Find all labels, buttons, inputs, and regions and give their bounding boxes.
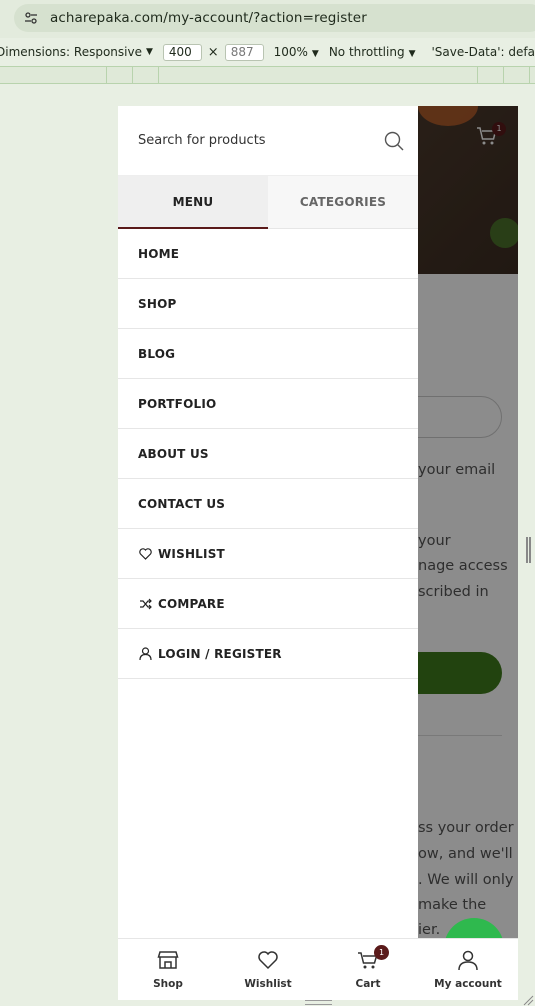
bottom-nav-label: Wishlist [244, 978, 292, 990]
heart-icon [258, 951, 278, 970]
resize-handle-bottom[interactable] [305, 1000, 332, 1005]
menu-item-label: WISHLIST [158, 546, 225, 561]
heart-icon [138, 547, 152, 561]
bottom-nav-cart[interactable]: 1 Cart [318, 939, 418, 1000]
menu-item-label: PORTFOLIO [138, 396, 217, 411]
media-query-bar[interactable] [0, 66, 535, 84]
menu-item-contact-us[interactable]: CONTACT US [118, 479, 418, 529]
bottom-nav-wishlist[interactable]: Wishlist [218, 939, 318, 1000]
menu-item-blog[interactable]: BLOG [118, 329, 418, 379]
menu-item-label: COMPARE [158, 596, 225, 611]
search-icon[interactable] [384, 131, 406, 153]
width-input[interactable]: 400 [162, 43, 202, 61]
site-info-icon[interactable] [24, 11, 38, 25]
menu-item-label: SHOP [138, 296, 177, 311]
dropdown-caret-icon: ▼ [311, 49, 319, 59]
mobile-nav-drawer: MENU CATEGORIES HOME SHOP BLOG PORTFOLIO… [118, 106, 418, 938]
save-data-select[interactable]: 'Save-Data': defa [432, 45, 535, 59]
menu-item-login-register[interactable]: LOGIN / REGISTER [118, 629, 418, 679]
zoom-label: 100% [273, 45, 308, 59]
user-icon [138, 647, 152, 661]
dimensions-select[interactable]: Dimensions: Responsive ▼ [0, 45, 163, 59]
search-input[interactable] [138, 133, 368, 148]
menu-item-shop[interactable]: SHOP [118, 279, 418, 329]
tab-menu[interactable]: MENU [118, 176, 268, 229]
menu-item-label: BLOG [138, 346, 176, 361]
media-query-segment[interactable] [132, 67, 158, 83]
user-icon [458, 950, 478, 971]
menu-item-label: HOME [138, 246, 180, 261]
times-icon: × [207, 44, 219, 60]
dropdown-caret-icon: ▼ [408, 49, 416, 59]
throttling-label: No throttling [328, 45, 405, 59]
media-query-segment[interactable] [529, 67, 535, 83]
bottom-nav-my-account[interactable]: My account [418, 939, 518, 1000]
tab-categories[interactable]: CATEGORIES [268, 176, 418, 229]
url-text[interactable]: acharepaka.com/my-account/?action=regist… [50, 10, 367, 26]
dropdown-caret-icon: ▼ [145, 47, 153, 57]
bottom-nav-bar: Shop Wishlist 1 Cart My account [118, 938, 518, 1000]
browser-address-bar-area: acharepaka.com/my-account/?action=regist… [0, 0, 535, 38]
height-input[interactable]: 887 [224, 43, 264, 61]
menu-item-label: CONTACT US [138, 496, 226, 511]
media-query-segment[interactable] [106, 67, 132, 83]
drawer-tabs: MENU CATEGORIES [118, 176, 418, 229]
device-toolbar: Dimensions: Responsive ▼ 400 × 887 100% ▼ … [0, 40, 535, 64]
throttling-select[interactable]: No throttling ▼ [329, 45, 426, 59]
resize-handle-right[interactable] [526, 537, 531, 563]
media-query-segment[interactable] [503, 67, 529, 83]
bottom-nav-label: Shop [153, 978, 183, 990]
media-query-segment[interactable] [158, 67, 159, 83]
resize-corner-icon[interactable] [522, 994, 534, 1006]
menu-item-wishlist[interactable]: WISHLIST [118, 529, 418, 579]
address-bar[interactable]: acharepaka.com/my-account/?action=regist… [14, 4, 535, 32]
bottom-nav-label: My account [434, 978, 502, 990]
menu-item-home[interactable]: HOME [118, 229, 418, 279]
bottom-nav-shop[interactable]: Shop [118, 939, 218, 1000]
shuffle-icon [138, 597, 152, 611]
menu-item-portfolio[interactable]: PORTFOLIO [118, 379, 418, 429]
bottom-nav-label: Cart [355, 978, 381, 990]
menu-item-label: LOGIN / REGISTER [158, 646, 282, 661]
menu-item-about-us[interactable]: ABOUT US [118, 429, 418, 479]
cart-count-badge: 1 [374, 945, 389, 960]
menu-item-compare[interactable]: COMPARE [118, 579, 418, 629]
media-query-segment[interactable] [477, 67, 503, 83]
drawer-search [118, 106, 418, 176]
store-icon [157, 951, 179, 969]
dimensions-label: Dimensions: Responsive [0, 45, 142, 59]
zoom-select[interactable]: 100% ▼ [274, 45, 329, 59]
menu-item-label: ABOUT US [138, 446, 209, 461]
